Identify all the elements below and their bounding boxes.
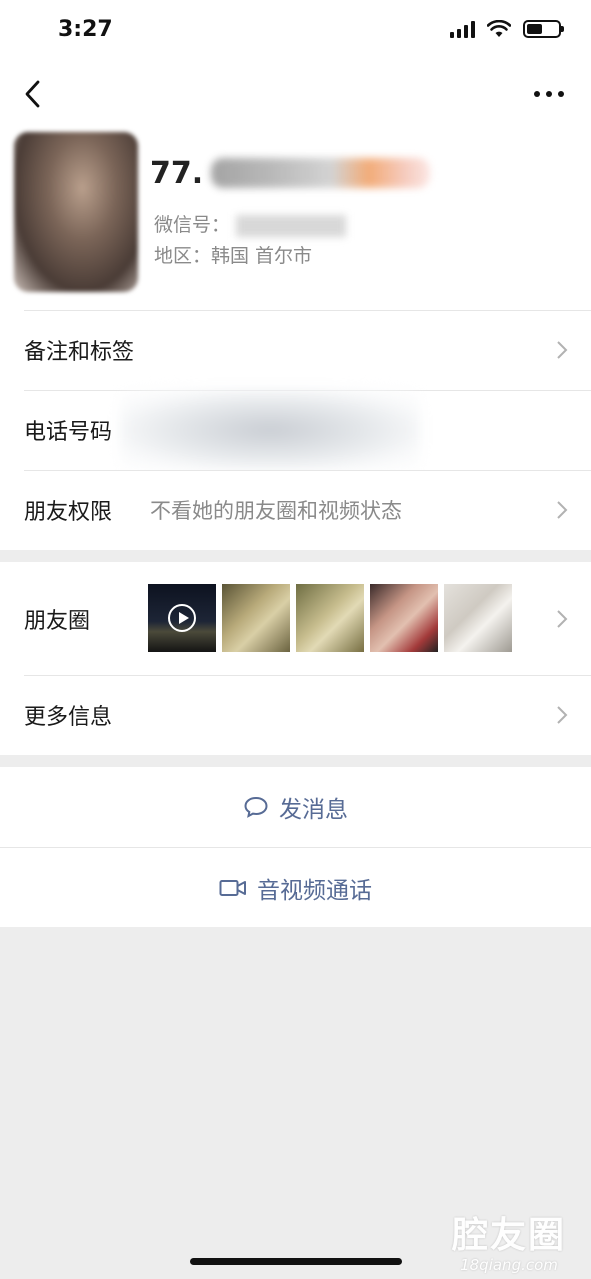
battery-icon <box>523 20 564 38</box>
send-message-label: 发消息 <box>279 797 348 823</box>
contact-name-text: 77. <box>150 155 204 191</box>
moments-thumbnail-video[interactable] <box>148 584 216 652</box>
divider <box>24 310 591 311</box>
status-time: 3:27 <box>58 17 113 42</box>
chevron-right-icon <box>557 501 568 519</box>
region-label: 地区： <box>154 245 212 267</box>
video-camera-icon <box>219 879 246 896</box>
send-message-button[interactable]: 发消息 <box>0 767 591 847</box>
status-bar: 3:27 <box>0 0 591 62</box>
row-moments-label: 朋友圈 <box>24 608 91 634</box>
video-call-label: 音视频通话 <box>257 877 372 904</box>
chevron-right-icon <box>557 609 568 628</box>
row-permissions-value: 不看她的朋友圈和视频状态 <box>150 499 402 523</box>
row-more-info[interactable]: 更多信息 <box>0 675 591 755</box>
contact-name: 77. <box>150 155 430 191</box>
signal-icon <box>450 20 475 38</box>
name-redaction <box>211 158 430 188</box>
wifi-icon <box>487 20 511 37</box>
watermark-sub: 18qiang.com <box>460 1256 558 1274</box>
region-value: 韩国 首尔市 <box>211 245 313 267</box>
profile-header: 77. 微信号： 地区：韩国 首尔市 <box>0 126 591 310</box>
chat-bubble-icon <box>244 796 268 818</box>
row-phone[interactable]: 电话号码 <box>0 390 591 470</box>
status-icons <box>450 20 564 38</box>
row-remarks-tags[interactable]: 备注和标签 <box>0 310 591 390</box>
nav-bar <box>0 62 591 126</box>
watermark-main: 腔友圈 <box>452 1215 567 1256</box>
row-remarks-label: 备注和标签 <box>24 340 135 365</box>
video-call-button[interactable]: 音视频通话 <box>0 847 591 927</box>
moments-thumbnail[interactable] <box>296 584 364 652</box>
moments-thumbnail[interactable] <box>222 584 290 652</box>
more-button[interactable] <box>529 76 569 112</box>
avatar[interactable] <box>14 132 138 292</box>
back-button[interactable] <box>18 76 54 112</box>
chevron-right-icon <box>557 706 568 724</box>
row-more-info-label: 更多信息 <box>24 705 113 730</box>
watermark: 腔友圈 18qiang.com <box>452 1206 566 1274</box>
home-indicator[interactable] <box>190 1258 402 1265</box>
divider <box>24 675 591 676</box>
moments-thumbnail[interactable] <box>370 584 438 652</box>
row-phone-label: 电话号码 <box>24 420 113 445</box>
row-moments[interactable]: 朋友圈 <box>0 562 591 675</box>
moments-thumbnail[interactable] <box>444 584 512 652</box>
chevron-right-icon <box>557 341 568 359</box>
divider <box>24 470 591 471</box>
wechat-id-label: 微信号： <box>154 214 231 236</box>
wechat-id-line: 微信号： <box>154 210 347 237</box>
row-permissions-label: 朋友权限 <box>24 500 113 525</box>
row-friend-permissions[interactable]: 朋友权限 不看她的朋友圈和视频状态 <box>0 470 591 550</box>
phone-redaction <box>120 390 420 470</box>
moments-thumbnails <box>148 584 512 652</box>
wechat-id-redaction <box>236 214 347 237</box>
play-icon <box>168 604 196 632</box>
region-line: 地区：韩国 首尔市 <box>154 241 312 268</box>
